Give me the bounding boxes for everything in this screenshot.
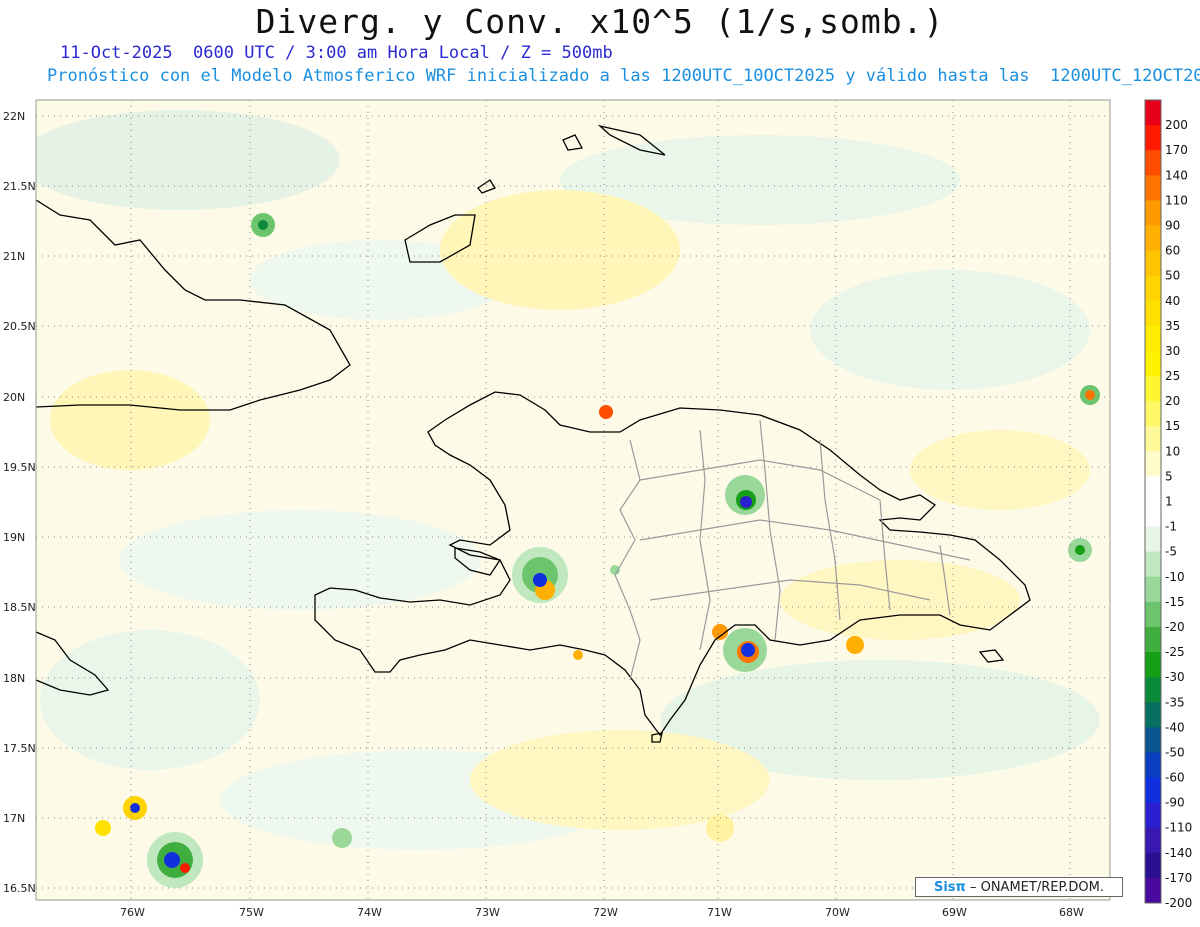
colorbar-label: -5: [1165, 545, 1177, 559]
colorbar: 200 170 140 110 90 60 50 40 35 30 25 20 15 10 5 1 -1 -5 -1…: [1144, 99, 1192, 910]
credit-box: Sisπ – ONAMET/REP.DOM.: [915, 877, 1123, 897]
colorbar-label: 10: [1165, 444, 1180, 458]
colorbar-label: 25: [1165, 369, 1180, 383]
colorbar-swatch: [1145, 551, 1161, 578]
colorbar-swatch: [1145, 300, 1161, 327]
colorbar-swatch: [1145, 601, 1161, 628]
colorbar-swatch: [1145, 501, 1161, 528]
colorbar-swatch: [1145, 677, 1161, 703]
colorbar-label: 20: [1165, 394, 1180, 408]
field-layer: [36, 100, 1110, 900]
colorbar-swatch: [1145, 727, 1161, 753]
colorbar-swatch: [1145, 777, 1161, 804]
colorbar-swatch: [1145, 752, 1161, 779]
colorbar-label: -15: [1165, 595, 1185, 609]
colorbar-swatch: [1145, 476, 1161, 502]
lat-label: 16.5N: [3, 882, 36, 895]
colorbar-label: -40: [1165, 720, 1185, 734]
colorbar-label: -25: [1165, 645, 1185, 659]
colorbar-label: -200: [1165, 896, 1192, 910]
lat-label: 19.5N: [3, 461, 36, 474]
colorbar-label: 40: [1165, 294, 1180, 308]
lat-label: 21.5N: [3, 180, 36, 193]
colorbar-label: 140: [1165, 168, 1188, 182]
colorbar-label: -140: [1165, 846, 1192, 860]
colorbar-label: -30: [1165, 670, 1185, 684]
forecast-datetime: 11-Oct-2025 0600 UTC / 3:00 am Hora Loca…: [60, 43, 613, 63]
colorbar-label: 200: [1165, 118, 1188, 132]
colorbar-swatch: [1145, 150, 1161, 176]
colorbar-label: 60: [1165, 244, 1180, 258]
colorbar-label: 30: [1165, 344, 1180, 358]
colorbar-swatch: [1145, 401, 1161, 427]
lon-label: 69W: [942, 906, 967, 919]
colorbar-swatch: [1145, 376, 1161, 402]
colorbar-label: -10: [1165, 570, 1185, 584]
lat-label: 17.5N: [3, 742, 36, 755]
lat-label: 21N: [3, 250, 25, 263]
colorbar-label: 35: [1165, 319, 1180, 333]
colorbar-label: 15: [1165, 419, 1180, 433]
colorbar-label: 170: [1165, 143, 1188, 157]
colorbar-swatch: [1145, 200, 1161, 226]
lat-label: 18.5N: [3, 601, 36, 614]
lon-label: 76W: [120, 906, 145, 919]
lon-axis: 76W 75W 74W 73W 72W 71W 70W 69W 68W: [120, 906, 1084, 919]
lon-label: 71W: [707, 906, 732, 919]
brand-logo: Sisπ: [933, 880, 966, 895]
forecast-map: 22N 21.5N 21N 20.5N 20N 19.5N 19N 18.5N …: [3, 99, 1192, 919]
colorbar-label: -110: [1165, 821, 1192, 835]
colorbar-swatch: [1145, 827, 1161, 854]
colorbar-swatch: [1145, 426, 1161, 452]
colorbar-swatch: [1145, 802, 1161, 829]
lat-axis: 22N 21.5N 21N 20.5N 20N 19.5N 19N 18.5N …: [3, 110, 36, 895]
lat-label: 22N: [3, 110, 25, 123]
lon-label: 72W: [593, 906, 618, 919]
colorbar-swatch: [1145, 877, 1161, 904]
lon-label: 70W: [825, 906, 850, 919]
colorbar-swatch: [1145, 325, 1161, 352]
colorbar-swatch: [1145, 451, 1161, 477]
colorbar-label: -60: [1165, 771, 1185, 785]
colorbar-swatch: [1145, 702, 1161, 728]
lon-label: 75W: [239, 906, 264, 919]
lat-label: 20.5N: [3, 320, 36, 333]
colorbar-label: 90: [1165, 218, 1180, 232]
lon-label: 68W: [1059, 906, 1084, 919]
colorbar-label: -1: [1165, 520, 1177, 534]
lat-label: 20N: [3, 391, 25, 404]
colorbar-swatch: [1145, 100, 1161, 126]
colorbar-swatch: [1145, 125, 1161, 151]
colorbar-label: -35: [1165, 695, 1185, 709]
colorbar-swatch: [1145, 275, 1161, 302]
colorbar-swatch: [1145, 576, 1161, 603]
lat-label: 18N: [3, 672, 25, 685]
colorbar-label: -170: [1165, 871, 1192, 885]
lat-label: 17N: [3, 812, 25, 825]
colorbar-label: -20: [1165, 620, 1185, 634]
colorbar-swatch: [1145, 626, 1161, 653]
colorbar-swatch: [1145, 852, 1161, 879]
colorbar-swatch: [1145, 250, 1161, 277]
colorbar-label: 1: [1165, 495, 1173, 509]
colorbar-swatch: [1145, 175, 1161, 201]
colorbar-label: 50: [1165, 269, 1180, 283]
colorbar-swatch: [1145, 526, 1161, 553]
map-title: Diverg. y Conv. x10^5 (1/s,somb.): [255, 2, 945, 41]
colorbar-label: -50: [1165, 745, 1185, 759]
colorbar-label: -90: [1165, 796, 1185, 810]
colorbar-swatch: [1145, 225, 1161, 252]
lon-label: 74W: [357, 906, 382, 919]
colorbar-swatch: [1145, 652, 1161, 678]
colorbar-label: 5: [1165, 469, 1173, 483]
credit-text: – ONAMET/REP.DOM.: [969, 880, 1104, 895]
colorbar-swatch: [1145, 350, 1161, 377]
lon-label: 73W: [475, 906, 500, 919]
colorbar-label: 110: [1165, 193, 1188, 207]
model-info: Pronóstico con el Modelo Atmosferico WRF…: [47, 66, 1200, 86]
lat-label: 19N: [3, 531, 25, 544]
